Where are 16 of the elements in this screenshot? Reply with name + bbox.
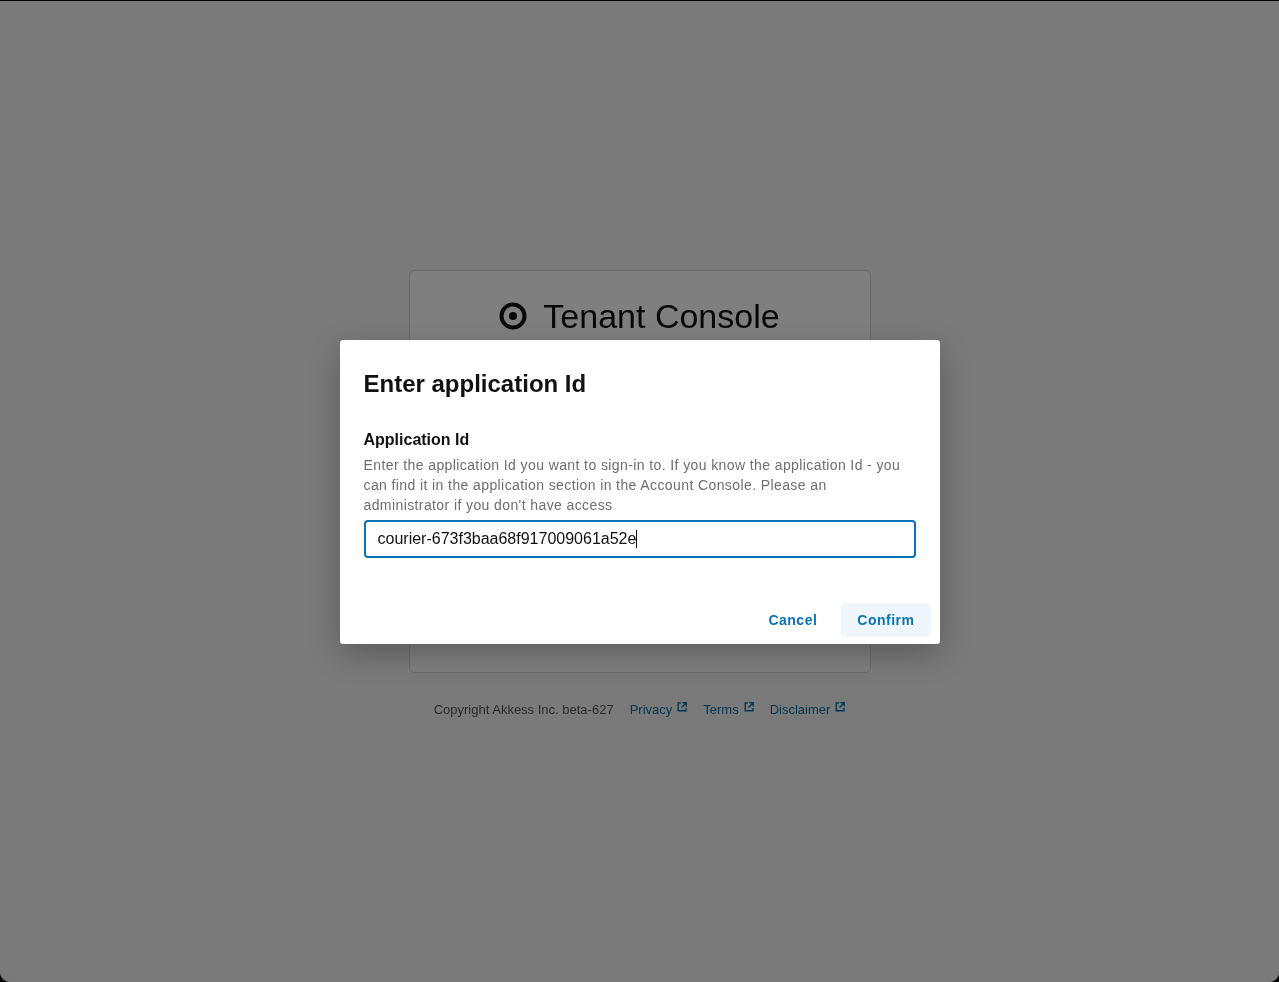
copyright-text: Copyright Akkess Inc. beta-627 <box>433 701 614 718</box>
ring-dot-icon <box>499 301 528 330</box>
footer-link[interactable]: Terms <box>703 701 754 718</box>
input-field[interactable]: courier-673f3baa68f917009061a52e <box>363 519 916 558</box>
field-label: Application Id <box>363 429 471 450</box>
text-cursor-icon <box>636 529 638 548</box>
cancel-button[interactable]: Cancel <box>752 602 834 637</box>
dialog-title: Enter application Id <box>363 368 588 399</box>
footer-link[interactable]: Privacy <box>629 701 688 718</box>
external-link-icon <box>743 701 754 712</box>
footer-link[interactable]: Disclaimer <box>769 701 846 718</box>
external-link-icon <box>677 701 688 712</box>
app-title: Tenant Console <box>543 296 780 335</box>
external-link-icon <box>835 701 846 712</box>
field-help-text: Enter the application Id you want to sign-in to. If you know the application Id - you can find it in the application section in the Account Console. Please an administrator if you don't have access <box>363 455 902 515</box>
confirm-button[interactable]: Confirm <box>841 602 931 637</box>
